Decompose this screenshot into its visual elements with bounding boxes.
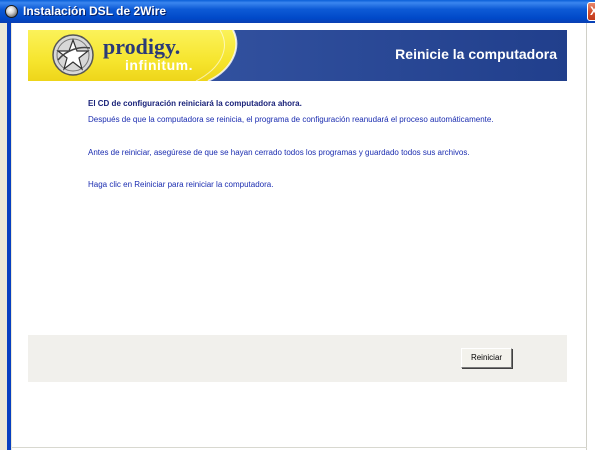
instructions-paragraph: Antes de reiniciar, asegúrese de que se … — [88, 148, 470, 157]
brand-name-infinitum: infinitum. — [125, 57, 193, 73]
window-right-border — [586, 23, 587, 450]
header-banner: prodigy. infinitum. Reinicie la computad… — [28, 30, 567, 81]
button-panel: Reiniciar — [28, 335, 567, 382]
instructions-paragraph: Después de que la computadora se reinici… — [88, 115, 494, 124]
prodigy-star-logo — [52, 34, 94, 76]
instructions-heading: El CD de configuración reiniciará la com… — [88, 99, 302, 108]
instructions-paragraph: Haga clic en Reiniciar para reiniciar la… — [88, 180, 274, 189]
close-button[interactable]: X — [587, 2, 595, 21]
window-title: Instalación DSL de 2Wire — [23, 4, 167, 18]
restart-button[interactable]: Reiniciar — [461, 348, 512, 368]
window-title-bar[interactable]: Instalación DSL de 2Wire X — [0, 0, 595, 23]
setup-disc-icon — [5, 5, 18, 18]
window-left-frame — [0, 23, 12, 450]
window-bottom-edge — [12, 447, 587, 448]
window-client-area — [12, 23, 587, 450]
page-title: Reinicie la computadora — [395, 46, 557, 62]
